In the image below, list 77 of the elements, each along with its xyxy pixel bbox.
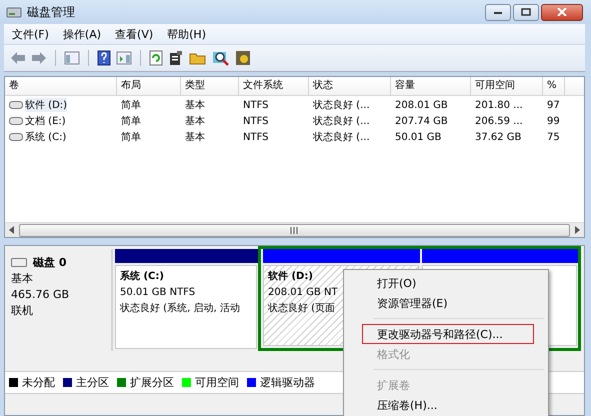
table-cell: NTFS (243, 100, 269, 110)
drive-icon (9, 101, 23, 109)
console-tree-icon[interactable] (64, 51, 80, 65)
table-cell: NTFS (243, 116, 269, 126)
refresh-icon[interactable] (149, 50, 163, 66)
disk-size: 465.76 GB (11, 287, 70, 302)
maximize-icon (521, 8, 531, 16)
window-title: 磁盘管理 (27, 4, 75, 20)
table-cell-text: 简单 (121, 98, 141, 112)
table-cell: 50.01 GB (395, 132, 442, 142)
partition-title: 系统 (C:) (120, 270, 164, 284)
menu-item[interactable]: 压缩卷(H)... (346, 395, 532, 415)
table-cell: 207.74 GB (395, 116, 448, 126)
table-cell: 201.80 ... (475, 100, 523, 110)
drive-icon (9, 117, 23, 125)
close-button[interactable] (541, 4, 583, 20)
disk-name: 磁盘 0 (33, 255, 66, 270)
forward-arrow-icon[interactable] (31, 51, 47, 65)
menu-item[interactable]: 更改驱动器号和路径(C)... (362, 324, 534, 344)
legend-label: 逻辑驱动器 (260, 375, 315, 390)
menu-item[interactable]: 文件(F) (12, 26, 49, 42)
help-icon[interactable] (97, 50, 111, 66)
partition-title: 软件 (D:) (268, 270, 313, 284)
partition-status: 状态良好 (页面 (268, 302, 336, 316)
column-header[interactable]: 类型 (181, 77, 239, 95)
column-header[interactable]: 卷 (5, 77, 117, 95)
table-cell-text: 基本 (185, 98, 205, 112)
close-icon (557, 8, 567, 16)
menu-item[interactable]: 查看(V) (115, 26, 154, 42)
column-header[interactable]: 布局 (117, 77, 181, 95)
column-header[interactable]: 可用空间 (471, 77, 543, 95)
menu-item[interactable]: 帮助(H) (167, 26, 206, 42)
table-cell: NTFS (243, 132, 269, 142)
disk-status: 联机 (11, 303, 34, 318)
table-cell: 99 (547, 116, 560, 126)
action-pane-icon[interactable] (116, 51, 132, 65)
drive-icon (9, 133, 23, 141)
table-cell-text: 基本 (185, 130, 205, 144)
legend-label: 扩展分区 (130, 375, 174, 390)
table-cell: 208.01 GB (395, 100, 448, 110)
table-cell-text: 基本 (185, 114, 205, 128)
disk-type: 基本 (11, 271, 34, 286)
table-cell: 37.62 GB (475, 132, 522, 142)
maximize-button[interactable] (513, 4, 539, 20)
table-cell: 75 (547, 132, 560, 142)
partition-block[interactable]: 系统 (C:) 50.01 GB NTFS 状态良好 (系统, 启动, 活动 (115, 265, 257, 349)
partition-status: 状态良好 (系统, 启动, 活动 (120, 302, 240, 316)
legend-label: 主分区 (76, 375, 109, 390)
scroll-left-icon[interactable] (8, 226, 15, 234)
legend-label: 可用空间 (195, 375, 239, 390)
minimize-icon (493, 9, 503, 15)
table-cell-text: 状态良好 (... (313, 114, 370, 128)
table-cell-text: 简单 (121, 130, 141, 144)
table-cell-text: 状态良好 (... (313, 98, 370, 112)
table-cell-text: 简单 (121, 114, 141, 128)
scroll-right-icon[interactable] (574, 226, 581, 234)
partition-size: 208.01 GB NT (268, 286, 338, 300)
column-header[interactable]: 文件系统 (239, 77, 309, 95)
legend-label: 未分配 (22, 375, 55, 390)
column-header[interactable]: % (543, 77, 565, 95)
horizontal-scrollbar[interactable] (5, 222, 584, 237)
search-icon[interactable] (212, 50, 230, 66)
table-cell: 97 (547, 100, 560, 110)
column-header[interactable]: 容量 (391, 77, 471, 95)
scrollbar-thumb[interactable] (18, 224, 570, 236)
table-cell: 软件 (D:) (25, 98, 68, 112)
properties-icon[interactable] (168, 50, 184, 66)
grip-icon (290, 226, 299, 234)
minimize-button[interactable] (485, 4, 511, 20)
table-cell-text: 系统 (C:) (25, 130, 66, 144)
back-arrow-icon[interactable] (10, 51, 26, 65)
partition-size: 50.01 GB NTFS (120, 286, 196, 300)
table-cell: 206.59 ... (475, 116, 523, 126)
table-cell-text: 文档 (E:) (25, 114, 66, 128)
table-cell-text: 状态良好 (... (313, 130, 370, 144)
menu-item[interactable]: 操作(A) (62, 26, 102, 42)
column-header[interactable]: 状态 (309, 77, 391, 95)
